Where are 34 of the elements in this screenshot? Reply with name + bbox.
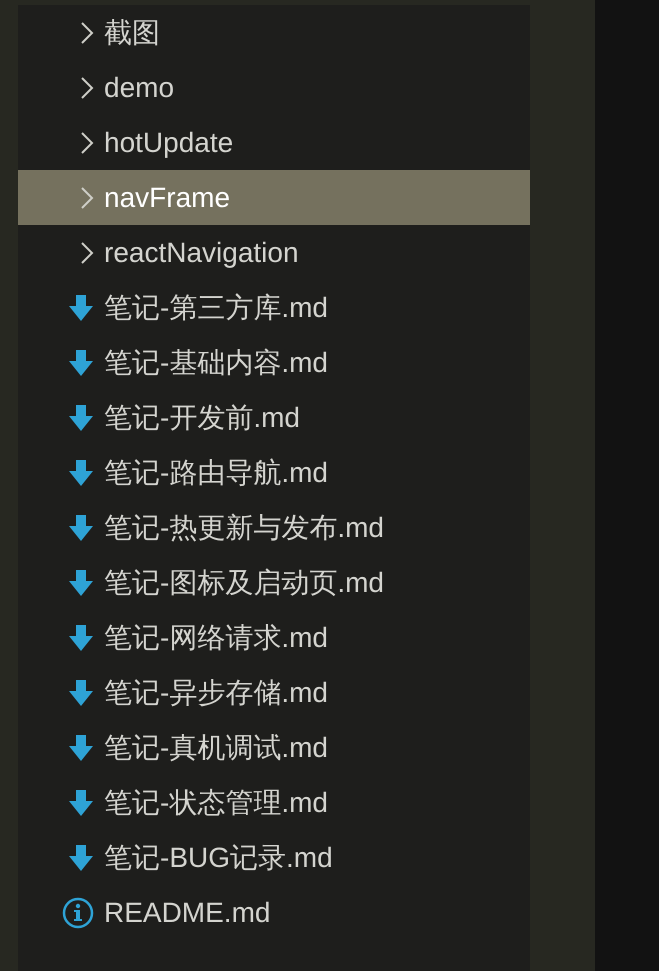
chevron-right-icon — [80, 186, 94, 210]
down-arrow-icon — [68, 514, 94, 542]
chevron-right-icon — [80, 76, 94, 100]
info-icon — [62, 896, 94, 928]
file-item[interactable]: 笔记-网络请求.md — [18, 610, 530, 665]
folder-item[interactable]: reactNavigation — [18, 225, 530, 280]
file-item[interactable]: 笔记-开发前.md — [18, 390, 530, 445]
chevron-right-icon — [80, 240, 94, 264]
down-arrow-icon — [68, 844, 94, 872]
chevron-right-icon — [80, 130, 94, 154]
folder-item[interactable]: navFrame — [18, 170, 530, 225]
down-arrow-icon — [68, 568, 94, 596]
down-arrow-icon — [68, 458, 94, 486]
file-item[interactable]: 笔记-图标及启动页.md — [18, 555, 530, 610]
down-arrow-icon — [68, 734, 94, 762]
file-item[interactable]: 笔记-热更新与发布.md — [18, 500, 530, 555]
down-arrow-icon — [68, 294, 94, 322]
folder-item[interactable]: hotUpdate — [18, 115, 530, 170]
down-arrow-icon — [68, 678, 94, 706]
folder-item[interactable]: demo — [18, 60, 530, 115]
down-arrow-icon — [68, 788, 94, 816]
file-item[interactable]: 笔记-状态管理.md — [18, 775, 530, 830]
folder-item[interactable]: 截图 — [18, 5, 530, 60]
file-item[interactable]: 笔记-真机调试.md — [18, 720, 530, 775]
file-item[interactable]: 笔记-路由导航.md — [18, 445, 530, 500]
file-item[interactable]: 笔记-异步存储.md — [18, 665, 530, 720]
down-arrow-icon — [68, 404, 94, 432]
file-item[interactable]: 笔记-BUG记录.md — [18, 830, 530, 885]
file-item[interactable]: 笔记-第三方库.md — [18, 280, 530, 335]
down-arrow-icon — [68, 348, 94, 376]
down-arrow-icon — [68, 624, 94, 652]
file-item[interactable]: README.md — [18, 885, 530, 940]
file-item[interactable]: 笔记-基础内容.md — [18, 335, 530, 390]
chevron-right-icon — [80, 20, 94, 44]
